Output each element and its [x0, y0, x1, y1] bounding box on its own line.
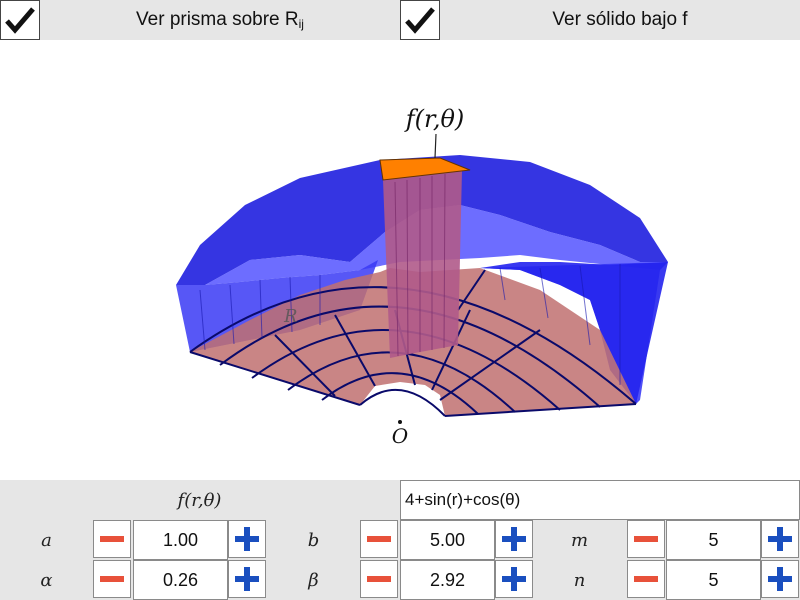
- minus-icon: [100, 536, 124, 542]
- beta-input[interactable]: 2.92: [400, 560, 495, 600]
- solid-checkbox[interactable]: [400, 0, 440, 40]
- alpha-input[interactable]: 0.26: [133, 560, 228, 600]
- a-decrement-button[interactable]: [93, 520, 131, 558]
- checkmark-icon: [5, 7, 35, 34]
- param-m-label: m: [570, 530, 589, 551]
- param-n-label: n: [573, 570, 586, 591]
- minus-icon: [100, 576, 124, 582]
- minus-icon: [367, 576, 391, 582]
- alpha-increment-button[interactable]: [228, 560, 266, 598]
- n-increment-button[interactable]: [761, 560, 799, 598]
- plus-icon: [768, 527, 792, 551]
- b-input[interactable]: 5.00: [400, 520, 495, 560]
- param-a-label: a: [41, 530, 52, 551]
- 3d-graphics-view[interactable]: f(r,θ) R O: [0, 40, 800, 480]
- function-input[interactable]: 4+sin(r)+cos(θ): [400, 480, 800, 520]
- solid-checkbox-label[interactable]: Ver sólido bajo f: [440, 0, 800, 40]
- b-increment-button[interactable]: [495, 520, 533, 558]
- plus-icon: [235, 527, 259, 551]
- alpha-decrement-button[interactable]: [93, 560, 131, 598]
- origin-label: O: [392, 424, 408, 448]
- beta-increment-button[interactable]: [495, 560, 533, 598]
- label-leader-line: [434, 133, 437, 159]
- function-label: f(r,θ): [404, 105, 465, 133]
- region-label: R: [283, 306, 298, 327]
- plus-icon: [502, 527, 526, 551]
- beta-decrement-button[interactable]: [360, 560, 398, 598]
- m-decrement-button[interactable]: [627, 520, 665, 558]
- control-panel: f(r,θ) 4+sin(r)+cos(θ) a 1.00 b 5.00 m 5…: [0, 480, 800, 600]
- minus-icon: [367, 536, 391, 542]
- param-alpha-label: α: [40, 570, 53, 591]
- function-input-label: f(r,θ): [177, 490, 222, 511]
- minus-icon: [634, 536, 658, 542]
- checkmark-icon: [405, 7, 435, 34]
- top-toolbar: Ver prisma sobre Rij Ver sólido bajo f: [0, 0, 800, 40]
- plus-icon: [502, 567, 526, 591]
- minus-icon: [634, 576, 658, 582]
- a-input[interactable]: 1.00: [133, 520, 228, 560]
- a-increment-button[interactable]: [228, 520, 266, 558]
- n-input[interactable]: 5: [666, 560, 761, 600]
- plus-icon: [768, 567, 792, 591]
- m-input[interactable]: 5: [666, 520, 761, 560]
- b-decrement-button[interactable]: [360, 520, 398, 558]
- n-decrement-button[interactable]: [627, 560, 665, 598]
- param-b-label: b: [307, 530, 320, 551]
- prism-checkbox-label[interactable]: Ver prisma sobre Rij: [40, 0, 400, 40]
- prism-checkbox[interactable]: [0, 0, 40, 40]
- param-beta-label: β: [308, 570, 319, 591]
- plus-icon: [235, 567, 259, 591]
- m-increment-button[interactable]: [761, 520, 799, 558]
